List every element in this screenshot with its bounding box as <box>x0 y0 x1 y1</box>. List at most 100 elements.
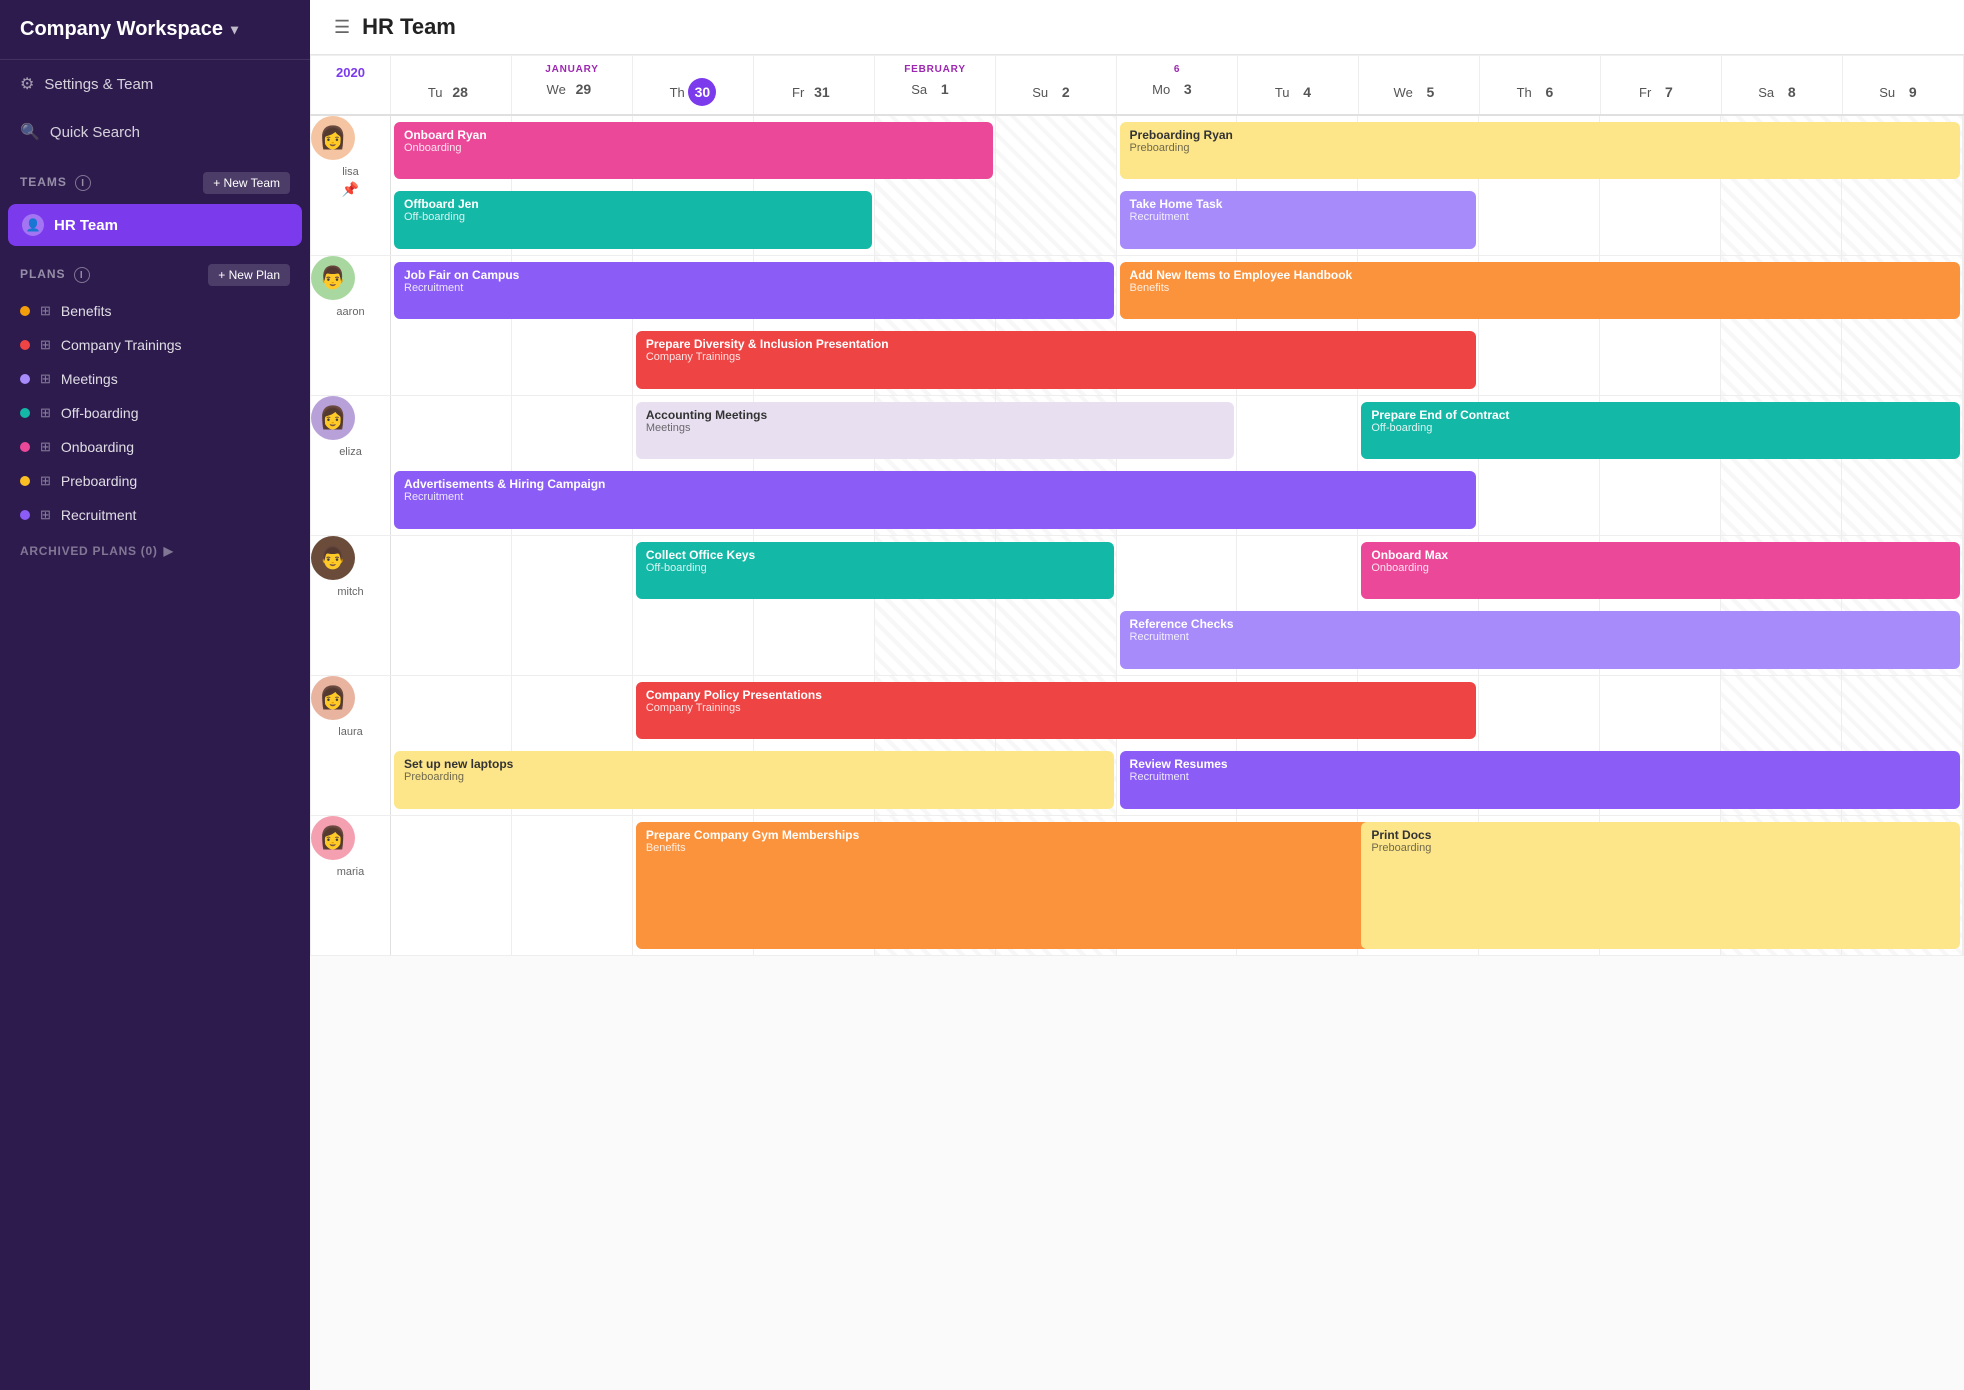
plan-dot-icon <box>20 340 30 350</box>
avatar-name-aaron: aaron <box>311 306 390 318</box>
task-onboard-max[interactable]: Onboard Max Onboarding <box>1361 542 1960 600</box>
header-col-11: Sa 8 <box>1722 56 1843 116</box>
header-col-3: Fr 31 <box>754 56 875 116</box>
plan-grid-icon: ⊞ <box>40 439 51 455</box>
plans-info-icon[interactable]: i <box>74 267 90 283</box>
plan-label: Meetings <box>61 371 118 387</box>
task-label: Accounting Meetings <box>646 408 767 422</box>
task-review-resumes[interactable]: Review Resumes Recruitment <box>1120 751 1960 809</box>
avatar-name-eliza: eliza <box>311 446 390 458</box>
archived-label: ARCHIVED PLANS (0) <box>20 544 158 558</box>
plan-dot-icon <box>20 476 30 486</box>
day-label: We 29 <box>518 75 626 103</box>
plan-dot-icon <box>20 442 30 452</box>
gear-icon: ⚙ <box>20 74 34 94</box>
avatar-laura: 👩 <box>311 676 355 720</box>
day-number: 4 <box>1293 78 1321 106</box>
tasks-area-maria: Prepare Company Gym Memberships Benefits… <box>391 815 1964 955</box>
new-plan-button[interactable]: + New Plan <box>208 264 290 286</box>
task-sub-label: Preboarding <box>1371 842 1950 854</box>
task-label: Company Policy Presentations <box>646 688 822 702</box>
task-offboard-jen[interactable]: Offboard Jen Off-boarding <box>394 191 872 248</box>
day-label: We 5 <box>1365 78 1473 106</box>
month-label: 6 <box>1123 64 1231 75</box>
new-team-button[interactable]: + New Team <box>203 172 290 194</box>
plan-item-company-trainings[interactable]: ⊞ Company Trainings <box>0 328 310 362</box>
task-take-home-task[interactable]: Take Home Task Recruitment <box>1120 191 1477 248</box>
avatar-cell-eliza: 👩 eliza <box>311 395 391 535</box>
task-sub-label: Benefits <box>646 842 1466 854</box>
task-label: Prepare Diversity & Inclusion Presentati… <box>646 337 889 351</box>
day-label: Sa 1 <box>881 75 989 103</box>
avatar-eliza: 👩 <box>311 396 355 440</box>
plan-item-meetings[interactable]: ⊞ Meetings <box>0 362 310 396</box>
task-sub-label: Onboarding <box>1371 562 1950 574</box>
timeline-container[interactable]: 2020Tu 28JANUARYWe 29Th 30Fr 31FEBRUARYS… <box>310 55 1964 1390</box>
workspace-title[interactable]: Company Workspace ▾ <box>0 0 310 60</box>
day-number: 3 <box>1174 75 1202 103</box>
day-label: Sa 8 <box>1728 78 1836 106</box>
task-sub-label: Off-boarding <box>1371 422 1950 434</box>
task-company-policy-prese[interactable]: Company Policy Presentations Company Tra… <box>636 682 1476 740</box>
avatar-aaron: 👨 <box>311 256 355 300</box>
task-sub-label: Preboarding <box>404 771 1104 783</box>
quick-search-nav[interactable]: 🔍 Quick Search <box>0 108 310 156</box>
page-title: HR Team <box>362 14 456 40</box>
avatar-name-lisa: lisa <box>311 166 390 178</box>
hr-team-item[interactable]: 👤 HR Team <box>8 204 302 246</box>
task-label: Onboard Max <box>1371 548 1448 562</box>
avatar-mitch: 👨 <box>311 536 355 580</box>
task-label: Set up new laptops <box>404 757 513 771</box>
quick-search-label: Quick Search <box>50 124 140 141</box>
pin-icon: 📌 <box>311 181 390 198</box>
task-prepare-end-of-contr[interactable]: Prepare End of Contract Off-boarding <box>1361 402 1960 460</box>
task-sub-label: Company Trainings <box>646 702 1466 714</box>
plan-dot-icon <box>20 510 30 520</box>
plan-dot-icon <box>20 374 30 384</box>
person-row-eliza: 👩 eliza Accounting Meetings Meetings Pre… <box>311 395 1964 535</box>
plan-item-off-boarding[interactable]: ⊞ Off-boarding <box>0 396 310 430</box>
teams-info-icon[interactable]: i <box>75 175 91 191</box>
day-label: Tu 28 <box>397 78 505 106</box>
workspace-label: Company Workspace <box>20 18 223 41</box>
settings-team-nav[interactable]: ⚙ Settings & Team <box>0 60 310 108</box>
task-onboard-ryan[interactable]: Onboard Ryan Onboarding <box>394 122 993 179</box>
plans-list: ⊞ Benefits ⊞ Company Trainings ⊞ Meeting… <box>0 294 310 532</box>
sidebar: Company Workspace ▾ ⚙ Settings & Team 🔍 … <box>0 0 310 1390</box>
task-advertisements-&-hir[interactable]: Advertisements & Hiring Campaign Recruit… <box>394 471 1476 529</box>
plan-dot-icon <box>20 306 30 316</box>
task-print-docs[interactable]: Print Docs Preboarding <box>1361 822 1960 949</box>
plan-item-preboarding[interactable]: ⊞ Preboarding <box>0 464 310 498</box>
avatar-maria: 👩 <box>311 816 355 860</box>
task-sub-label: Recruitment <box>1130 771 1950 783</box>
task-prepare-company-gym-[interactable]: Prepare Company Gym Memberships Benefits <box>636 822 1476 949</box>
task-sub-label: Recruitment <box>1130 631 1950 643</box>
task-sub-label: Benefits <box>1130 282 1950 294</box>
header-col-12: Su 9 <box>1843 56 1964 116</box>
task-collect-office-keys[interactable]: Collect Office Keys Off-boarding <box>636 542 1114 600</box>
task-preboarding-ryan[interactable]: Preboarding Ryan Preboarding <box>1120 122 1960 179</box>
header-col-8: We 5 <box>1359 56 1480 116</box>
task-job-fair-on-campus[interactable]: Job Fair on Campus Recruitment <box>394 262 1114 320</box>
task-add-new-items-to-emp[interactable]: Add New Items to Employee Handbook Benef… <box>1120 262 1960 320</box>
archived-chevron-icon: ▶ <box>164 544 174 558</box>
plan-item-recruitment[interactable]: ⊞ Recruitment <box>0 498 310 532</box>
hamburger-icon[interactable]: ☰ <box>334 17 350 38</box>
month-label: FEBRUARY <box>881 64 989 75</box>
plan-label: Company Trainings <box>61 337 182 353</box>
task-accounting-meetings[interactable]: Accounting Meetings Meetings <box>636 402 1235 460</box>
task-reference-checks[interactable]: Reference Checks Recruitment <box>1120 611 1960 669</box>
plan-item-onboarding[interactable]: ⊞ Onboarding <box>0 430 310 464</box>
person-row-lisa: 👩 lisa 📌 Onboard Ryan Onboarding Preboar… <box>311 115 1964 255</box>
task-label: Reference Checks <box>1130 617 1234 631</box>
header-col-1: JANUARYWe 29 <box>512 56 633 116</box>
task-set-up-new-laptops[interactable]: Set up new laptops Preboarding <box>394 751 1114 809</box>
plan-dot-icon <box>20 408 30 418</box>
header-col-5: Su 2 <box>996 56 1117 116</box>
task-label: Collect Office Keys <box>646 548 755 562</box>
plan-item-benefits[interactable]: ⊞ Benefits <box>0 294 310 328</box>
plans-section-header: PLANS i + New Plan <box>0 248 310 294</box>
task-prepare-diversity-&-[interactable]: Prepare Diversity & Inclusion Presentati… <box>636 331 1476 389</box>
day-label: Fr 31 <box>760 78 868 106</box>
archived-plans-section[interactable]: ARCHIVED PLANS (0) ▶ <box>0 532 310 570</box>
